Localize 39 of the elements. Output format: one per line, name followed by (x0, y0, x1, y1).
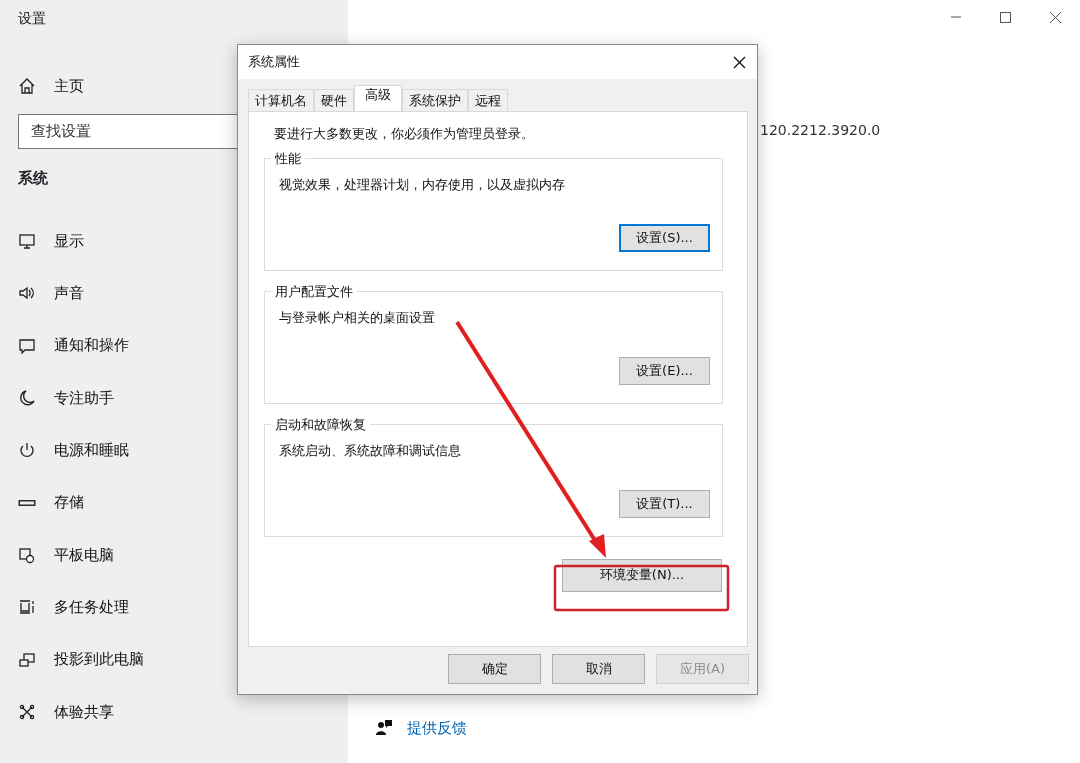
tablet-icon (18, 545, 36, 564)
window-title: 设置 (18, 9, 47, 28)
group-description: 系统启动、系统故障和调试信息 (279, 441, 462, 460)
dialog-button[interactable]: 确定 (448, 654, 541, 684)
sidebar-item[interactable]: 存储 (18, 476, 348, 529)
home-icon (18, 77, 36, 96)
settings-button[interactable]: 设置(T)... (619, 489, 710, 518)
speech-bubble-icon (18, 336, 36, 355)
storage-icon (18, 499, 36, 506)
sidebar-item[interactable]: 显示 (18, 215, 348, 268)
group-description: 视觉效果，处理器计划，内存使用，以及虚拟内存 (279, 175, 566, 194)
tab[interactable]: 计算机名 (248, 89, 314, 111)
dialog-title: 系统属性 (248, 53, 300, 72)
projector-icon (18, 650, 36, 669)
sidebar-item[interactable]: 体验共享 (18, 685, 348, 738)
tab[interactable]: 远程 (468, 89, 508, 111)
feedback-link[interactable]: 提供反馈 (407, 716, 467, 739)
sidebar-item[interactable]: 平板电脑 (18, 528, 348, 582)
share-icon (18, 702, 36, 721)
close-icon (1048, 10, 1062, 24)
settings-button[interactable]: 设置(S)... (619, 223, 710, 252)
version-text: 120.2212.3920.0 (760, 121, 882, 140)
sidebar-item[interactable]: 多任务处理 (18, 581, 348, 634)
dialog-button[interactable]: 取消 (552, 654, 645, 684)
maximize-icon (998, 10, 1012, 24)
display-icon (18, 232, 36, 251)
moon-icon (18, 389, 36, 408)
power-icon (18, 441, 36, 460)
group-description: 与登录帐户相关的桌面设置 (279, 308, 436, 327)
close-icon (732, 55, 746, 69)
sidebar-item[interactable]: 投影到此电脑 (18, 633, 348, 686)
multitask-icon (18, 598, 36, 617)
section-heading: 系统 (18, 167, 48, 189)
settings-button[interactable]: 设置(E)... (619, 356, 710, 385)
feedback-icon (376, 719, 393, 737)
tab[interactable]: 高级 (354, 85, 402, 111)
tab[interactable]: 系统保护 (402, 89, 468, 111)
environment-variables-button[interactable]: 环境变量(N)... (562, 558, 722, 592)
tab[interactable]: 硬件 (314, 89, 354, 111)
